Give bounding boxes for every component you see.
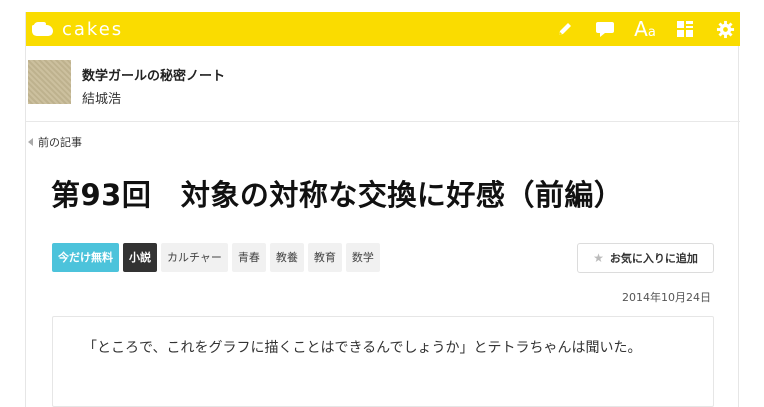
tag-item[interactable]: 教養 <box>269 243 304 272</box>
series-header: 数学ガールの秘密ノート 結城浩 <box>26 46 740 122</box>
tag-item[interactable]: 数学 <box>345 243 380 272</box>
toolbar: Aa <box>540 12 740 46</box>
series-title[interactable]: 数学ガールの秘密ノート <box>82 65 225 84</box>
prev-article-label: 前の記事 <box>38 136 82 149</box>
pencil-icon[interactable] <box>550 12 580 46</box>
gear-icon[interactable] <box>710 12 740 46</box>
top-bar: cakes Aa <box>26 12 740 46</box>
article-title: 第93回 対象の対称な交換に好感（前編） <box>51 178 624 212</box>
tag-item[interactable]: カルチャー <box>161 243 228 272</box>
logo-text: cakes <box>62 18 124 40</box>
grid-icon[interactable] <box>670 12 700 46</box>
tag-item[interactable]: 教育 <box>307 243 342 272</box>
free-badge[interactable]: 今だけ無料 <box>52 243 119 272</box>
series-thumbnail[interactable] <box>28 60 71 104</box>
lead-text: 「ところで、これをグラフに描くことはできるんでしょうか」とテトラちゃんは聞いた。 <box>83 340 642 356</box>
star-icon: ★ <box>593 251 604 265</box>
font-size-icon[interactable]: Aa <box>630 12 660 46</box>
page-frame: cakes Aa 数学ガールの秘密ノート 結城浩 前の記事 第93回 対象の対称… <box>25 12 740 407</box>
chevron-left-icon <box>28 138 33 146</box>
tag-list: 今だけ無料 小説 カルチャー 青春 教養 教育 数学 <box>52 243 384 272</box>
prev-article-link[interactable]: 前の記事 <box>28 134 82 150</box>
series-author[interactable]: 結城浩 <box>82 88 121 107</box>
comment-icon[interactable] <box>590 12 620 46</box>
add-favorite-label: お気に入りに追加 <box>609 252 698 265</box>
lead-box: 「ところで、これをグラフに描くことはできるんでしょうか」とテトラちゃんは聞いた。 <box>52 316 714 407</box>
add-favorite-button[interactable]: ★ お気に入りに追加 <box>577 243 714 273</box>
cakes-logo[interactable]: cakes <box>32 18 123 40</box>
publish-date: 2014年10月24日 <box>622 291 711 304</box>
genre-tag[interactable]: 小説 <box>123 243 157 272</box>
cake-icon <box>32 22 54 36</box>
tag-item[interactable]: 青春 <box>231 243 266 272</box>
